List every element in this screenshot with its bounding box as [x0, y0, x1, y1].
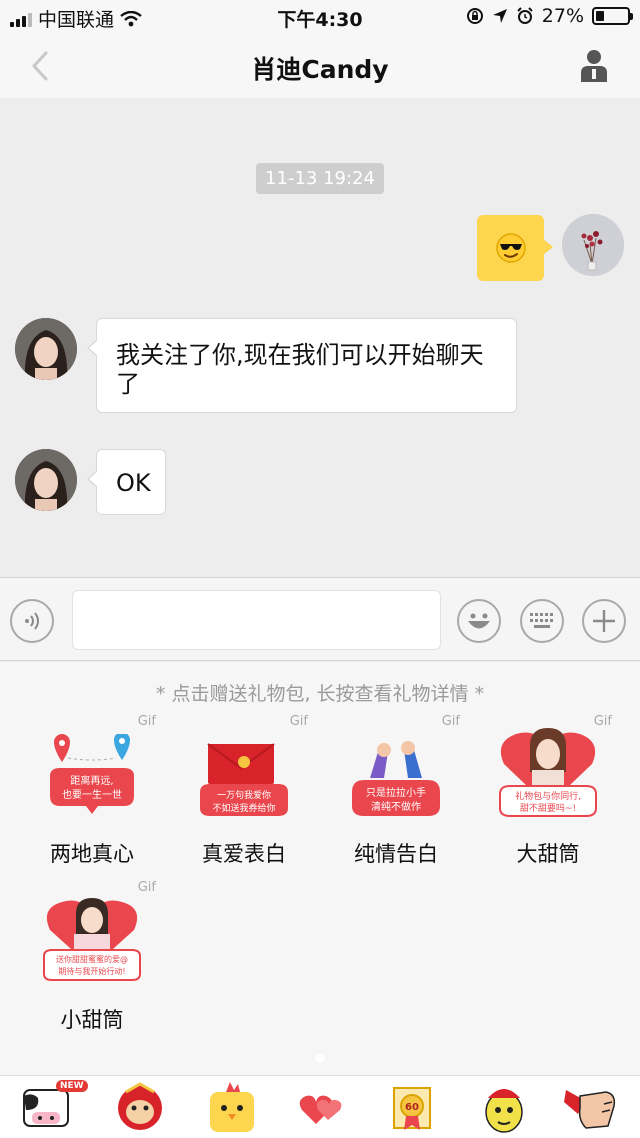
profile-button[interactable]	[578, 48, 610, 84]
gift-name: 两地真心	[50, 842, 134, 866]
more-button[interactable]	[582, 599, 626, 643]
certificate-label: 60	[405, 1102, 419, 1113]
gift-caption: 清纯不做作	[371, 800, 421, 813]
message-input[interactable]	[72, 590, 441, 650]
sunglasses-emoji-icon	[495, 233, 526, 263]
gift-item[interactable]: Gif 礼物包与你同行, 甜不甜要吗~! 大甜筒	[468, 714, 628, 874]
emoji-button[interactable]	[457, 599, 501, 643]
sticker-tab-fist[interactable]	[560, 1080, 620, 1136]
gift-caption: 甜不甜要吗~!	[520, 802, 576, 814]
gift-caption: 一万句我爱你	[217, 789, 271, 801]
person-icon	[581, 50, 607, 82]
gif-tag: Gif	[137, 714, 156, 729]
location-arrow-icon	[492, 9, 507, 23]
my-avatar[interactable]	[562, 214, 624, 276]
sticker-tab-cow[interactable]: NEW	[18, 1080, 88, 1136]
page-indicator-dot[interactable]	[315, 1053, 325, 1063]
alarm-icon	[517, 7, 533, 24]
gift-caption: 期待与我开始行动!	[58, 966, 125, 976]
hearts-sticker-icon	[299, 1095, 342, 1124]
message-timestamp: 11-13 19:24	[256, 163, 384, 194]
monkey-sticker-icon	[118, 1082, 162, 1130]
woman-avatar-icon	[15, 318, 77, 380]
gift-caption: 不如送我券给你	[212, 802, 275, 814]
gift-hint: * 点击赠送礼物包, 长按查看礼物详情 *	[155, 683, 485, 705]
keyboard-button[interactable]	[520, 599, 564, 643]
yellow-face-sticker-icon	[485, 1089, 523, 1133]
keyboard-icon	[530, 613, 553, 628]
message-text: OK	[116, 469, 151, 497]
emoji-icon	[468, 613, 490, 629]
gift-name: 纯情告白	[354, 842, 438, 866]
sticker-tab-chicken[interactable]	[202, 1080, 262, 1136]
gift-caption: 距离再远,	[70, 774, 113, 787]
battery-percent: 27%	[541, 5, 584, 27]
plus-icon	[593, 610, 615, 632]
gift-name: 小甜筒	[60, 1008, 124, 1032]
sticker-tab-monkey[interactable]	[110, 1080, 170, 1136]
status-bar: 中国联通 下午4:30 27%	[0, 0, 640, 34]
gift-item[interactable]: Gif 只是拉拉小手 清纯不做作 纯情告白	[316, 714, 476, 874]
gift-item[interactable]: Gif 一万句我爱你 不如送我券给你 真爱表白	[164, 714, 324, 874]
gift-name: 真爱表白	[202, 842, 286, 866]
gift-panel: * 点击赠送礼物包, 长按查看礼物详情 * Gif 距离再远, 也要一生一世 两…	[0, 662, 640, 1075]
contact-avatar[interactable]	[15, 449, 77, 511]
message-bubble[interactable]: 我关注了你,现在我们可以开始聊天了	[87, 318, 517, 413]
big-sweet-gift-icon: 礼物包与你同行, 甜不甜要吗~!	[499, 728, 597, 817]
gift-item[interactable]: Gif 距离再远, 也要一生一世 两地真心	[12, 714, 172, 874]
input-bar	[0, 577, 640, 661]
gift-item[interactable]: Gif 送你甜甜蜜蜜的爱@ 期待与我开始行动! 小甜筒	[12, 880, 172, 1040]
fist-sticker-icon	[564, 1090, 616, 1129]
gift-caption: 也要一生一世	[62, 788, 122, 801]
certificate-sticker-icon: 60	[393, 1087, 431, 1130]
sticker-tab-certificate[interactable]: 60	[382, 1080, 442, 1136]
voice-button[interactable]	[10, 599, 54, 643]
nav-bar: 肖迪Candy	[0, 34, 640, 98]
small-sweet-gift-icon: 送你甜甜蜜蜜的爱@ 期待与我开始行动!	[43, 898, 141, 981]
sticker-bar: NEW 60	[0, 1075, 640, 1138]
chicken-sticker-icon	[210, 1082, 254, 1132]
envelope-gift-icon: 一万句我爱你 不如送我券给你	[200, 743, 288, 816]
message-text: 我关注了你,现在我们可以开始聊天了	[116, 341, 484, 398]
status-right: 27%	[466, 5, 633, 27]
gif-tag: Gif	[289, 714, 308, 729]
my-emoji-bubble[interactable]	[477, 215, 553, 281]
voice-icon	[25, 612, 39, 630]
two-places-gift-icon: 距离再远, 也要一生一世	[50, 734, 134, 814]
gift-caption: 只是拉拉小手	[366, 786, 426, 799]
rotation-lock-icon	[466, 8, 483, 24]
new-badge: NEW	[56, 1080, 88, 1092]
contact-avatar[interactable]	[15, 318, 77, 380]
gift-caption: 礼物包与你同行,	[515, 790, 581, 802]
gift-caption: 送你甜甜蜜蜜的爱@	[56, 954, 128, 964]
battery-icon	[592, 7, 633, 25]
woman-avatar-icon	[15, 449, 77, 511]
sticker-tab-yellow-face[interactable]	[474, 1080, 534, 1136]
chat-title: 肖迪Candy	[251, 55, 389, 84]
gift-name: 大甜筒	[516, 842, 580, 866]
flower-vase-avatar-icon	[562, 214, 624, 276]
message-bubble[interactable]: OK	[87, 449, 166, 515]
battery-level	[596, 11, 605, 21]
gif-tag: Gif	[441, 714, 460, 729]
sticker-tab-hearts[interactable]	[292, 1080, 352, 1136]
holding-hands-gift-icon: 只是拉拉小手 清纯不做作	[352, 741, 440, 816]
